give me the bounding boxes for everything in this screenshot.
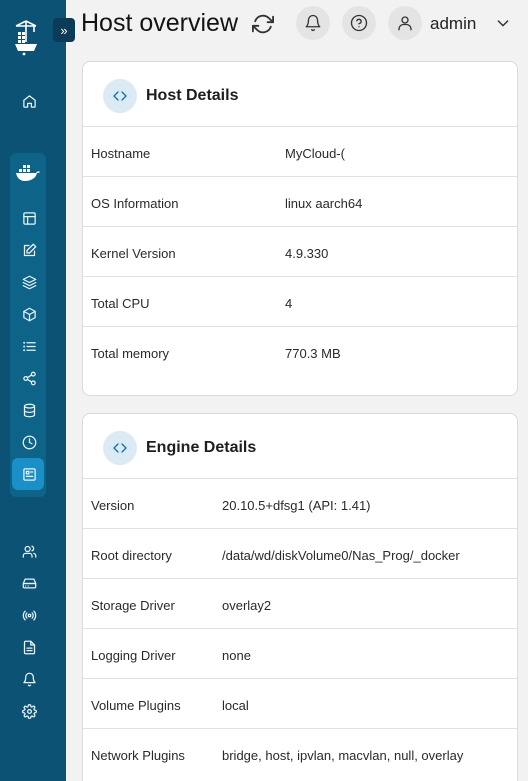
detail-row: Volume Plugins local — [83, 679, 517, 729]
detail-row: OS Information linux aarch64 — [83, 177, 517, 227]
sidebar-item-registries[interactable] — [17, 603, 41, 627]
sidebar-item-settings[interactable] — [17, 699, 41, 723]
refresh-icon[interactable] — [252, 13, 274, 35]
box-icon — [22, 307, 36, 321]
detail-row: Network Plugins bridge, host, ipvlan, mac… — [83, 729, 517, 779]
expand-chevron-icon: » — [60, 22, 68, 38]
detail-label: Storage Driver — [91, 598, 175, 613]
dashboard-icon — [22, 211, 36, 225]
detail-value: bridge, host, ipvlan, macvlan, null, ove… — [222, 748, 464, 763]
home-icon — [22, 94, 36, 108]
user-icon — [398, 16, 412, 31]
page-title: Host overview — [81, 9, 238, 37]
portainer-logo-icon[interactable] — [12, 18, 40, 58]
engine-details-card: Engine Details Version 20.10.5+dfsg1 (API… — [82, 413, 518, 781]
sidebar-item-host[interactable] — [17, 462, 41, 486]
detail-label: Total CPU — [91, 296, 150, 311]
sidebar-item-images[interactable] — [17, 334, 41, 358]
sidebar — [0, 0, 66, 781]
detail-row: Version 20.10.5+dfsg1 (API: 1.41) — [83, 479, 517, 529]
sidebar-item-networks[interactable] — [17, 366, 41, 390]
detail-row: Total CPU 4 — [83, 277, 517, 327]
detail-label: Root directory — [91, 548, 172, 563]
sidebar-expand-button[interactable]: » — [53, 18, 75, 42]
sidebar-item-templates[interactable] — [17, 238, 41, 262]
detail-value: 4.9.330 — [285, 246, 329, 261]
list-icon — [22, 341, 36, 351]
edit-icon — [23, 243, 36, 256]
card-title: Engine Details — [146, 439, 257, 456]
sidebar-item-events[interactable] — [17, 430, 41, 454]
detail-value: overlay2 — [222, 598, 272, 613]
detail-label: Total memory — [91, 346, 170, 361]
host-details-card: Host Details Hostname MyCloud-( OS Inform… — [82, 61, 518, 396]
share-icon — [22, 371, 36, 385]
detail-label: Hostname — [91, 146, 151, 161]
sidebar-item-home[interactable] — [17, 89, 41, 113]
code-icon — [103, 79, 137, 113]
file-icon — [23, 640, 35, 654]
database-icon — [23, 403, 35, 417]
detail-label: Logging Driver — [91, 648, 176, 663]
drive-icon — [22, 578, 36, 588]
user-name[interactable]: admin — [430, 14, 476, 34]
help-button[interactable] — [342, 6, 376, 40]
broadcast-icon — [22, 610, 36, 620]
detail-value: 20.10.5+dfsg1 (API: 1.41) — [222, 498, 371, 513]
sidebar-item-dashboard[interactable] — [17, 206, 41, 230]
detail-label: Kernel Version — [91, 246, 176, 261]
sidebar-item-containers[interactable] — [17, 302, 41, 326]
sidebar-item-volumes[interactable] — [17, 398, 41, 422]
bell-icon — [305, 14, 321, 32]
page-header: Host overview admin — [66, 0, 528, 50]
sidebar-item-environments[interactable] — [17, 571, 41, 595]
detail-value: none — [222, 648, 251, 663]
card-header: Engine Details — [83, 414, 517, 479]
detail-label: Version — [91, 498, 135, 513]
detail-row: Kernel Version 4.9.330 — [83, 227, 517, 277]
sidebar-item-logs[interactable] — [17, 635, 41, 659]
notifications-button[interactable] — [296, 6, 330, 40]
detail-label: Network Plugins — [91, 748, 185, 763]
card-title: Host Details — [146, 87, 239, 104]
chevron-down-icon[interactable] — [495, 15, 511, 31]
detail-value: /data/wd/diskVolume0/Nas_Prog/_docker — [222, 548, 460, 563]
detail-row: Total memory 770.3 MB — [83, 327, 517, 377]
detail-label: OS Information — [91, 196, 179, 211]
card-header: Host Details — [83, 62, 517, 127]
detail-row: Root directory/data/wd/diskVolume0/Nas_P… — [83, 529, 517, 579]
detail-value: 4 — [285, 296, 293, 311]
detail-row: Hostname MyCloud-( — [83, 127, 517, 177]
docker-icon[interactable] — [15, 163, 41, 183]
user-avatar-button[interactable] — [388, 6, 422, 40]
code-icon — [103, 431, 137, 465]
detail-value: MyCloud-( — [285, 146, 345, 161]
users-icon — [22, 545, 36, 558]
detail-value: 770.3 MB — [285, 346, 341, 361]
settings-icon — [21, 703, 37, 719]
help-icon — [350, 14, 368, 32]
layers-icon — [22, 275, 36, 289]
detail-label: Volume Plugins — [91, 698, 181, 713]
sidebar-item-users[interactable] — [17, 539, 41, 563]
bell-icon — [22, 672, 36, 686]
detail-row: Storage Driver overlay2 — [83, 579, 517, 629]
detail-value: linux aarch64 — [285, 196, 363, 211]
host-icon — [22, 467, 36, 481]
detail-value: local — [222, 698, 249, 713]
detail-row: Logging Driver none — [83, 629, 517, 679]
sidebar-item-stacks[interactable] — [17, 270, 41, 294]
clock-icon — [22, 435, 36, 449]
sidebar-item-notifications[interactable] — [17, 667, 41, 691]
